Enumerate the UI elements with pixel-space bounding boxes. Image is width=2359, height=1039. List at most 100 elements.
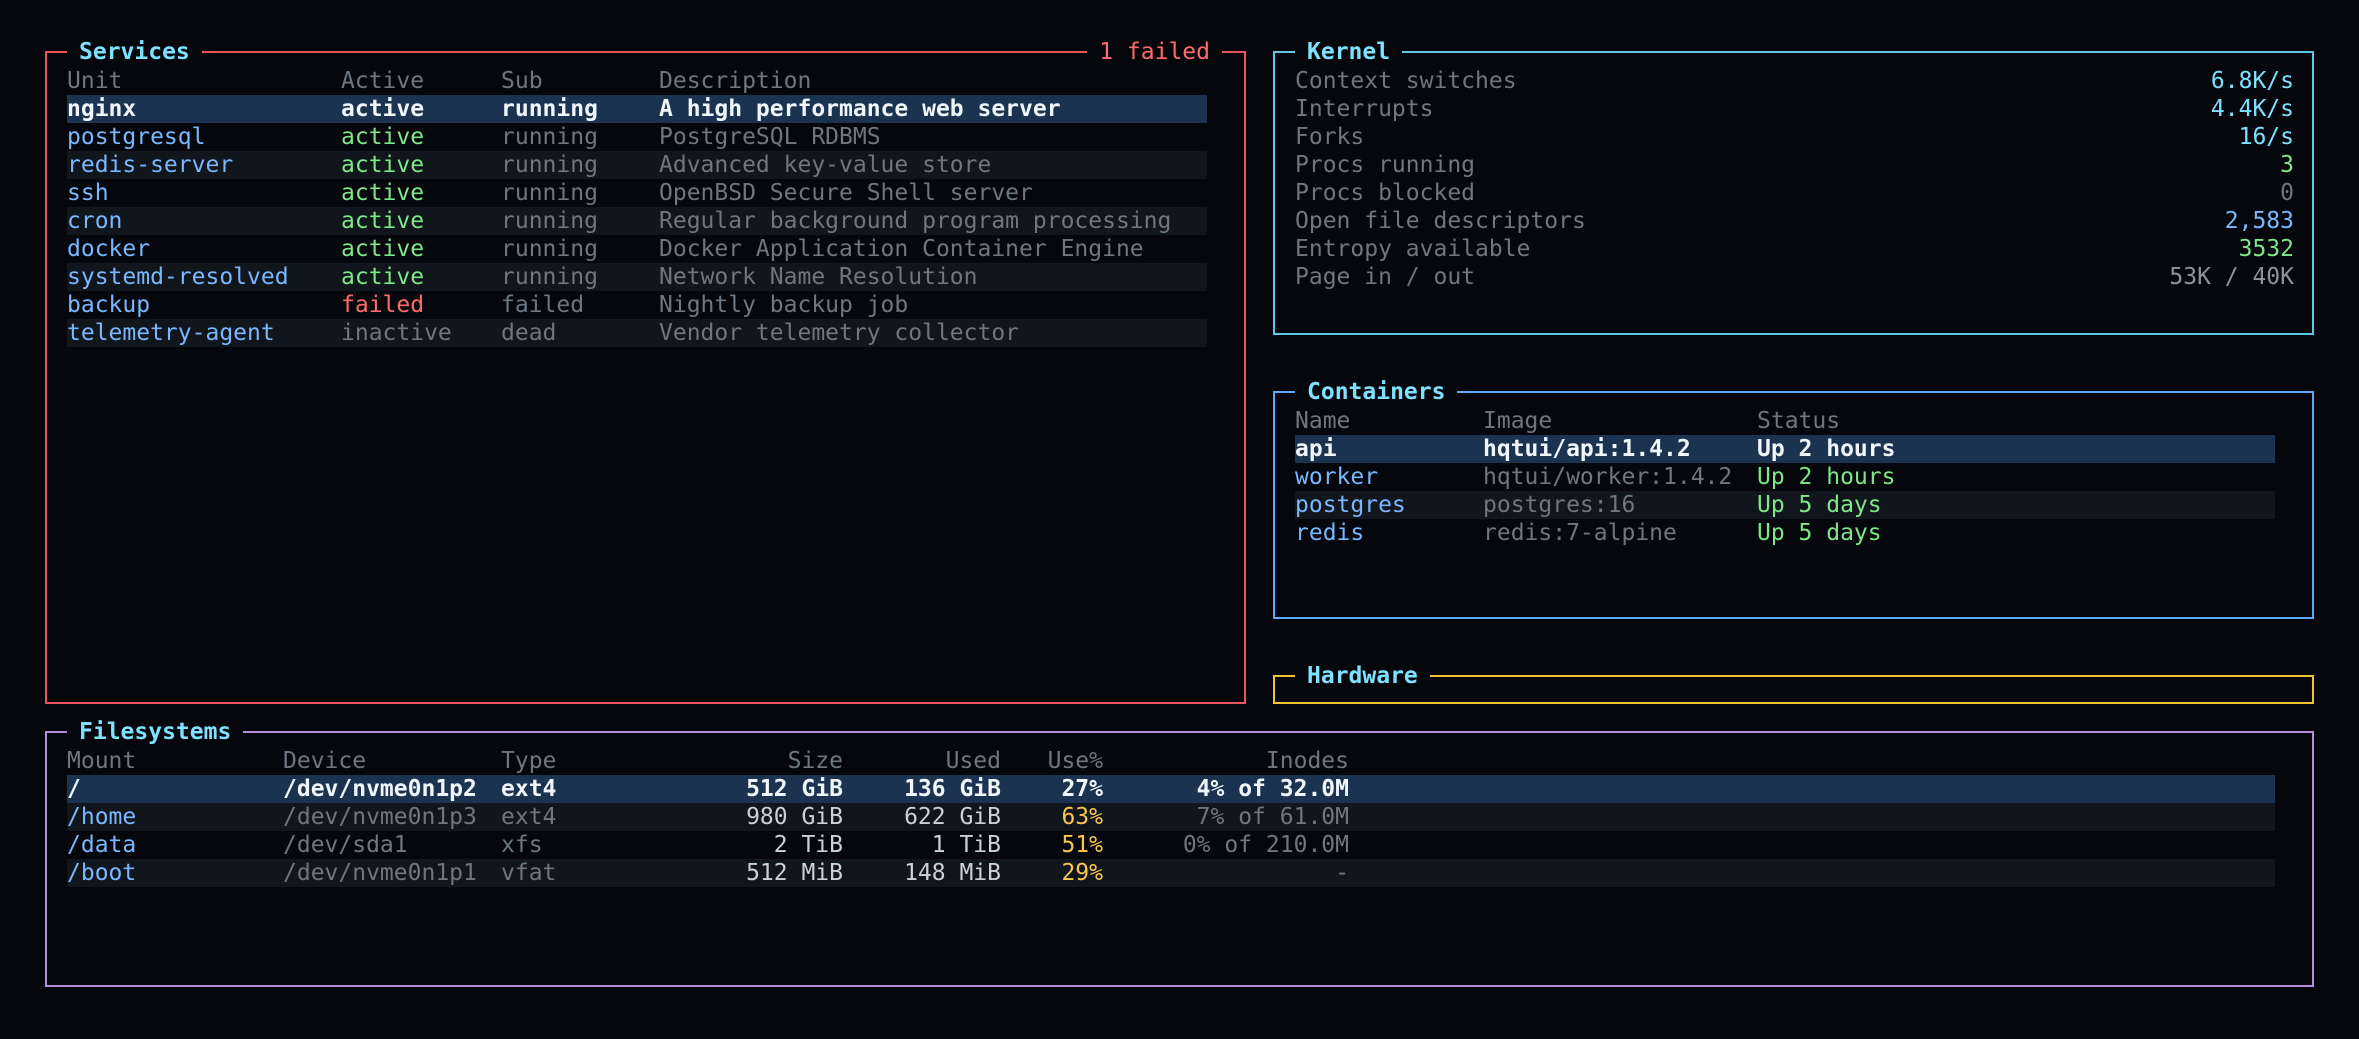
col-active: Active bbox=[341, 68, 425, 94]
service-row[interactable]: systemd-resolved active running Network … bbox=[67, 263, 1207, 291]
mount-point: / bbox=[67, 776, 81, 802]
kernel-stat: Procs blocked 0 bbox=[1295, 179, 2294, 207]
kernel-panel: Kernel Context switches 6.8K/s Interrupt… bbox=[1273, 35, 2314, 335]
stat-value: 3532 bbox=[2238, 236, 2294, 262]
stat-value: 0 bbox=[2280, 180, 2294, 206]
active-state: active bbox=[341, 180, 425, 206]
device: /dev/nvme0n1p1 bbox=[283, 860, 477, 886]
containers-title: Containers bbox=[1295, 375, 1458, 409]
dashboard: Services 1 failed Unit Active Sub Descri… bbox=[0, 0, 2359, 1039]
col-name: Name bbox=[1295, 408, 1351, 434]
col-description: Description bbox=[659, 68, 812, 94]
container-row[interactable]: postgres postgres:16 Up 5 days bbox=[1295, 491, 2275, 519]
fs-inodes: 7% of 61.0M bbox=[1196, 804, 1349, 830]
unit-description: Network Name Resolution bbox=[659, 264, 978, 290]
active-state: active bbox=[341, 124, 425, 150]
fs-use-pct: 63% bbox=[1061, 804, 1103, 830]
fs-used: 622 GiB bbox=[904, 804, 1001, 830]
active-state: inactive bbox=[341, 320, 452, 346]
filesystem-row[interactable]: /boot /dev/nvme0n1p1 vfat 512 MiB 148 Mi… bbox=[67, 859, 2275, 887]
container-image: redis:7-alpine bbox=[1483, 520, 1677, 546]
col-used: Used bbox=[945, 748, 1001, 774]
unit-description: PostgreSQL RDBMS bbox=[659, 124, 881, 150]
col-type: Type bbox=[501, 748, 557, 774]
filesystem-row[interactable]: / /dev/nvme0n1p2 ext4 512 GiB 136 GiB 27… bbox=[67, 775, 2275, 803]
fs-type: vfat bbox=[501, 860, 557, 886]
stat-label: Entropy available bbox=[1295, 236, 1531, 262]
col-use-pct: Use% bbox=[1047, 748, 1103, 774]
fs-used: 148 MiB bbox=[904, 860, 1001, 886]
fs-type: xfs bbox=[501, 832, 543, 858]
kernel-stat: Page in / out 53K / 40K bbox=[1295, 263, 2294, 291]
filesystems-title: Filesystems bbox=[67, 715, 244, 749]
filesystems-header: Mount Device Type Size Used Use% Inodes bbox=[67, 747, 2275, 775]
col-sub: Sub bbox=[501, 68, 543, 94]
container-name: redis bbox=[1295, 520, 1365, 546]
stat-value: 2,583 bbox=[2224, 208, 2294, 234]
device: /dev/nvme0n1p2 bbox=[283, 776, 477, 802]
stat-value: 4.4K/s bbox=[2210, 96, 2294, 122]
unit-description: A high performance web server bbox=[659, 96, 1061, 122]
container-status: Up 2 hours bbox=[1757, 436, 1896, 462]
service-row[interactable]: backup failed failed Nightly backup job bbox=[67, 291, 1207, 319]
service-row[interactable]: telemetry-agent inactive dead Vendor tel… bbox=[67, 319, 1207, 347]
active-state: active bbox=[341, 264, 425, 290]
hardware-panel[interactable]: Hardware bbox=[1273, 659, 2314, 704]
container-row[interactable]: worker hqtui/worker:1.4.2 Up 2 hours bbox=[1295, 463, 2275, 491]
unit-name: systemd-resolved bbox=[67, 264, 289, 290]
fs-type: ext4 bbox=[501, 776, 557, 802]
container-image: hqtui/worker:1.4.2 bbox=[1483, 464, 1733, 490]
container-row[interactable]: api hqtui/api:1.4.2 Up 2 hours bbox=[1295, 435, 2275, 463]
stat-label: Page in / out bbox=[1295, 264, 1476, 290]
active-state: active bbox=[341, 152, 425, 178]
container-name: api bbox=[1295, 436, 1337, 462]
containers-panel: Containers Name Image Status api hqtui/a… bbox=[1273, 375, 2314, 619]
fs-used: 1 TiB bbox=[931, 832, 1001, 858]
service-row[interactable]: nginx active running A high performance … bbox=[67, 95, 1207, 123]
fs-size: 2 TiB bbox=[773, 832, 843, 858]
fs-size: 512 GiB bbox=[746, 776, 843, 802]
col-image: Image bbox=[1483, 408, 1553, 434]
fs-type: ext4 bbox=[501, 804, 557, 830]
mount-point: /data bbox=[67, 832, 137, 858]
service-row[interactable]: ssh active running OpenBSD Secure Shell … bbox=[67, 179, 1207, 207]
fs-inodes: - bbox=[1335, 860, 1349, 886]
kernel-stat: Interrupts 4.4K/s bbox=[1295, 95, 2294, 123]
kernel-stat: Forks 16/s bbox=[1295, 123, 2294, 151]
unit-description: Docker Application Container Engine bbox=[659, 236, 1144, 262]
unit-name: ssh bbox=[67, 180, 109, 206]
col-mount: Mount bbox=[67, 748, 137, 774]
sub-state: running bbox=[501, 152, 598, 178]
stat-label: Procs running bbox=[1295, 152, 1476, 178]
filesystem-row[interactable]: /home /dev/nvme0n1p3 ext4 980 GiB 622 Gi… bbox=[67, 803, 2275, 831]
service-row[interactable]: postgresql active running PostgreSQL RDB… bbox=[67, 123, 1207, 151]
unit-name: docker bbox=[67, 236, 151, 262]
hardware-title: Hardware bbox=[1295, 659, 1430, 693]
container-status: Up 5 days bbox=[1757, 520, 1882, 546]
unit-description: Nightly backup job bbox=[659, 292, 909, 318]
mount-point: /boot bbox=[67, 860, 137, 886]
col-size: Size bbox=[787, 748, 843, 774]
filesystem-row[interactable]: /data /dev/sda1 xfs 2 TiB 1 TiB 51% 0% o… bbox=[67, 831, 2275, 859]
kernel-stat: Open file descriptors 2,583 bbox=[1295, 207, 2294, 235]
sub-state: running bbox=[501, 208, 598, 234]
sub-state: running bbox=[501, 236, 598, 262]
active-state: active bbox=[341, 96, 425, 122]
unit-name: nginx bbox=[67, 96, 137, 122]
service-row[interactable]: redis-server active running Advanced key… bbox=[67, 151, 1207, 179]
services-header: Unit Active Sub Description bbox=[67, 67, 1227, 95]
services-panel: Services 1 failed Unit Active Sub Descri… bbox=[45, 35, 1246, 704]
kernel-stat: Entropy available 3532 bbox=[1295, 235, 2294, 263]
fs-used: 136 GiB bbox=[904, 776, 1001, 802]
fs-size: 512 MiB bbox=[746, 860, 843, 886]
unit-name: redis-server bbox=[67, 152, 234, 178]
service-row[interactable]: cron active running Regular background p… bbox=[67, 207, 1207, 235]
stat-value: 3 bbox=[2280, 152, 2294, 178]
stat-label: Forks bbox=[1295, 124, 1365, 150]
container-name: worker bbox=[1295, 464, 1379, 490]
kernel-title: Kernel bbox=[1295, 35, 1403, 69]
unit-description: Vendor telemetry collector bbox=[659, 320, 1020, 346]
unit-name: cron bbox=[67, 208, 123, 234]
service-row[interactable]: docker active running Docker Application… bbox=[67, 235, 1207, 263]
container-row[interactable]: redis redis:7-alpine Up 5 days bbox=[1295, 519, 2275, 547]
